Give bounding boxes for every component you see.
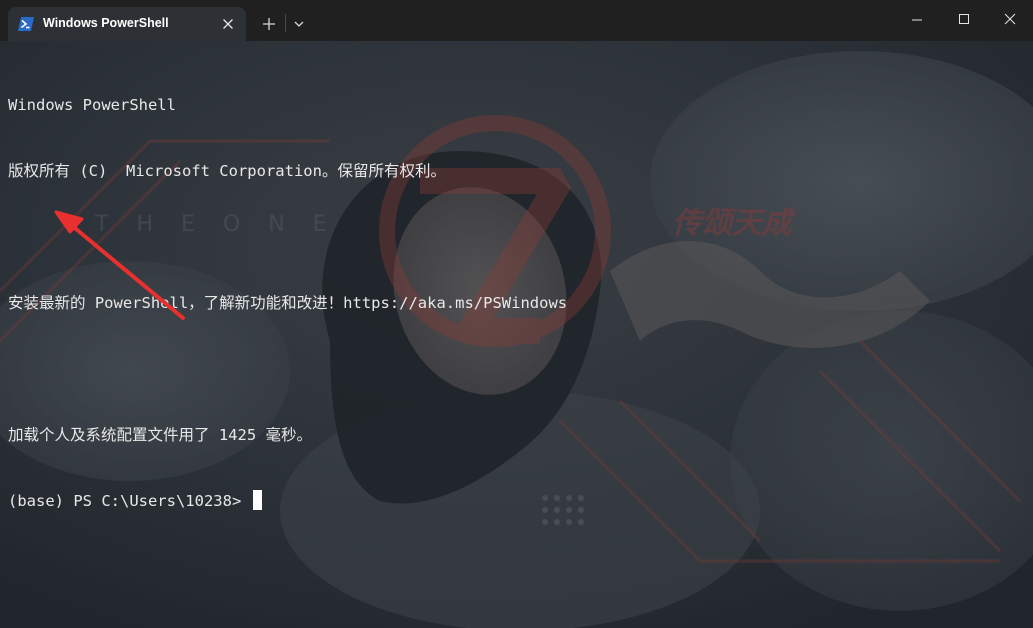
prompt-line[interactable]: (base) PS C:\Users\10238> xyxy=(8,490,567,512)
minimize-button[interactable] xyxy=(894,0,940,40)
prompt: (base) PS C:\Users\10238> xyxy=(8,492,251,510)
minimize-icon xyxy=(912,19,922,21)
output-line: 加载个人及系统配置文件用了 1425 毫秒。 xyxy=(8,426,312,444)
close-window-button[interactable] xyxy=(987,0,1033,40)
annotation-arrow xyxy=(54,210,185,320)
powershell-window: Windows PowerShell THEONE 传颂天成 Windows P… xyxy=(0,0,1033,628)
text-cursor xyxy=(252,490,262,510)
tab-windows-powershell[interactable]: Windows PowerShell xyxy=(8,7,246,41)
terminal-area[interactable]: THEONE 传颂天成 Windows PowerShell 版权所有 (C) … xyxy=(0,41,1033,628)
tab-title: Windows PowerShell xyxy=(43,16,169,30)
close-icon xyxy=(1004,13,1016,25)
powershell-icon xyxy=(18,17,34,31)
new-tab-plus-icon[interactable] xyxy=(257,12,281,36)
title-bar[interactable]: Windows PowerShell xyxy=(0,0,1033,41)
tab-dropdown-chevron-down-icon[interactable] xyxy=(289,12,309,36)
tab-separator xyxy=(285,14,286,32)
maximize-button[interactable] xyxy=(941,0,987,40)
close-tab-icon[interactable] xyxy=(220,16,236,32)
maximize-icon xyxy=(959,14,969,24)
